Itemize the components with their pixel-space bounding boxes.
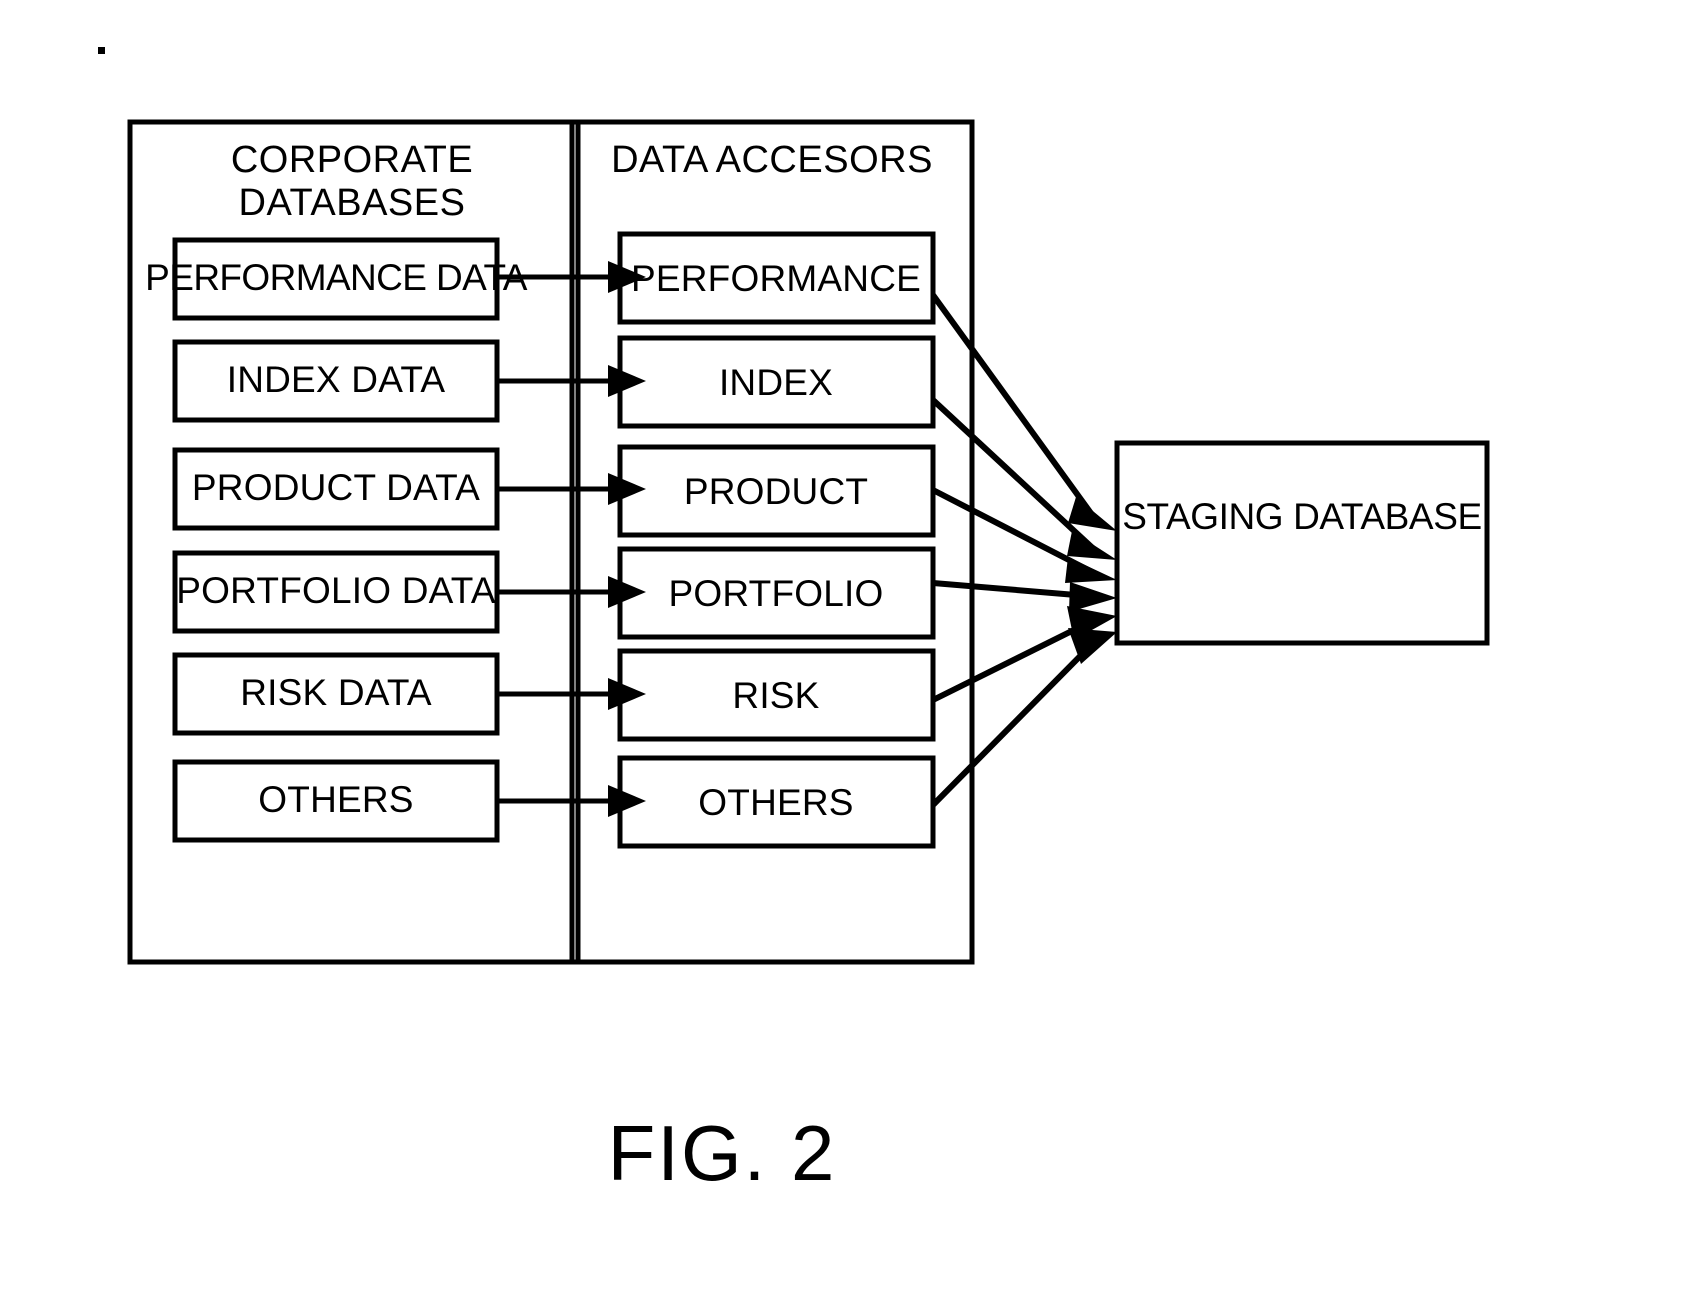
db-box-others-label: OTHERS [258,779,413,820]
corporate-databases-title-line2: DATABASES [239,182,466,224]
accessor-box-others-label: OTHERS [698,782,853,823]
accessor-box-product-label: PRODUCT [684,471,868,512]
accessor-box-performance-label: PERFORMANCE [631,258,921,299]
figure-page: CORPORATE DATABASES PERFORMANCE DATA IND… [0,0,1706,1295]
staging-database-box[interactable]: STAGING DATABASE [1114,440,1490,646]
data-accessors-title: DATA ACCESORS [611,139,933,181]
accessor-box-index-label: INDEX [719,362,833,403]
accessor-box-index[interactable]: INDEX [617,335,936,429]
scan-speck [98,47,105,54]
figure-caption: FIG. 2 [608,1109,837,1197]
staging-database-rect[interactable] [1114,440,1490,646]
arrow-head-portfolio-to-staging [1069,582,1117,612]
accessor-box-others[interactable]: OTHERS [617,755,936,849]
staging-database-label: STAGING DATABASE [1122,496,1482,537]
db-box-others[interactable]: OTHERS [172,759,500,843]
db-box-performance-data[interactable]: PERFORMANCE DATA [145,237,528,321]
corporate-databases-title-line1: CORPORATE [231,139,473,181]
db-box-index-data-label: INDEX DATA [227,359,446,400]
db-box-product-data[interactable]: PRODUCT DATA [172,447,500,531]
db-box-risk-data-label: RISK DATA [240,672,432,713]
arrow-head-product-to-staging [1065,557,1117,583]
figure-2-diagram: CORPORATE DATABASES PERFORMANCE DATA IND… [98,47,1490,1197]
connector-performance-to-staging [930,293,1117,531]
db-box-index-data[interactable]: INDEX DATA [172,339,500,423]
group-corporate-databases: CORPORATE DATABASES PERFORMANCE DATA IND… [127,119,581,965]
db-box-performance-data-label: PERFORMANCE DATA [145,257,528,298]
db-box-portfolio-data-label: PORTFOLIO DATA [176,570,496,611]
arrow-head-performance-to-staging [1068,497,1117,531]
accessor-box-portfolio-label: PORTFOLIO [669,573,884,614]
group-data-accessors: DATA ACCESORS PERFORMANCE INDEX PRODUCT … [569,119,975,965]
db-box-risk-data[interactable]: RISK DATA [172,652,500,736]
accessor-box-portfolio[interactable]: PORTFOLIO [617,546,936,640]
arrow-head-index-to-staging [1067,531,1117,560]
accessor-box-product[interactable]: PRODUCT [617,444,936,538]
accessor-box-risk[interactable]: RISK [617,648,936,742]
connector-product-to-staging [931,487,1117,583]
connector-portfolio-to-staging [932,580,1117,612]
db-box-portfolio-data[interactable]: PORTFOLIO DATA [172,550,500,634]
db-box-product-data-label: PRODUCT DATA [192,467,480,508]
accessor-box-risk-label: RISK [732,675,819,716]
accessor-box-performance[interactable]: PERFORMANCE [617,231,936,325]
connector-accessor-to-staging-group [930,293,1117,808]
